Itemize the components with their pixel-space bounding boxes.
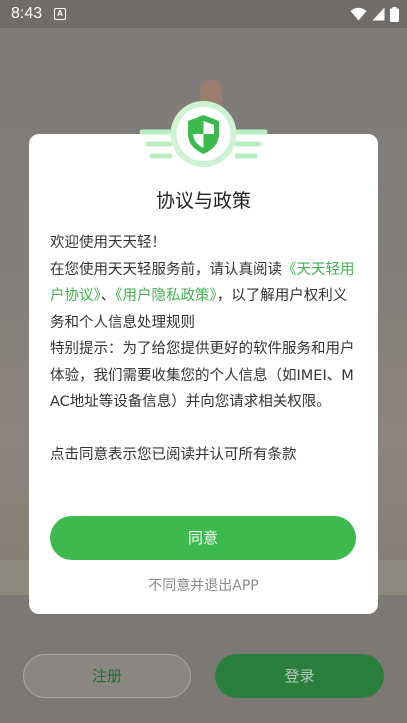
battery-icon [390, 6, 399, 22]
status-bar: 8:43 A [0, 0, 407, 28]
dialog-title: 协议与政策 [155, 190, 251, 212]
intro-paragraph: 在您使用天天轻服务前，请认真阅读《天天轻用户协议》、《用户隐私政策》，以了解用户… [50, 257, 360, 337]
register-button[interactable]: 注册 [23, 654, 191, 698]
notice-text: 特别提示：为了给您提供更好的软件服务和用户体验，我们需要收集您的个人信息（如IM… [50, 341, 355, 410]
login-button[interactable]: 登录 [215, 654, 384, 698]
dialog-body: 欢迎使用天天轻！ 在您使用天天轻服务前，请认真阅读《天天轻用户协议》、《用户隐私… [50, 230, 360, 469]
status-time: 8:43 [11, 5, 43, 22]
decline-exit-button[interactable]: 不同意并退出APP [29, 574, 378, 598]
status-icons [350, 5, 399, 23]
shield-icon [139, 101, 268, 167]
cell-signal-icon [372, 7, 385, 21]
privacy-policy-link[interactable]: 《用户隐私政策》 [115, 288, 217, 304]
notification-app-icon: A [54, 8, 66, 20]
agreement-dialog: 协议与政策 欢迎使用天天轻！ 在您使用天天轻服务前，请认真阅读《天天轻用户协议》… [29, 134, 378, 614]
wifi-icon [350, 7, 367, 21]
consent-text: 点击同意表示您已阅读并认可所有条款 [50, 447, 297, 463]
intro-text: 在您使用天天轻服务前，请认真阅读 [50, 261, 282, 278]
greeting-text: 欢迎使用天天轻！ [50, 235, 166, 251]
separator-text: 、 [100, 288, 116, 304]
agree-button[interactable]: 同意 [50, 516, 356, 560]
